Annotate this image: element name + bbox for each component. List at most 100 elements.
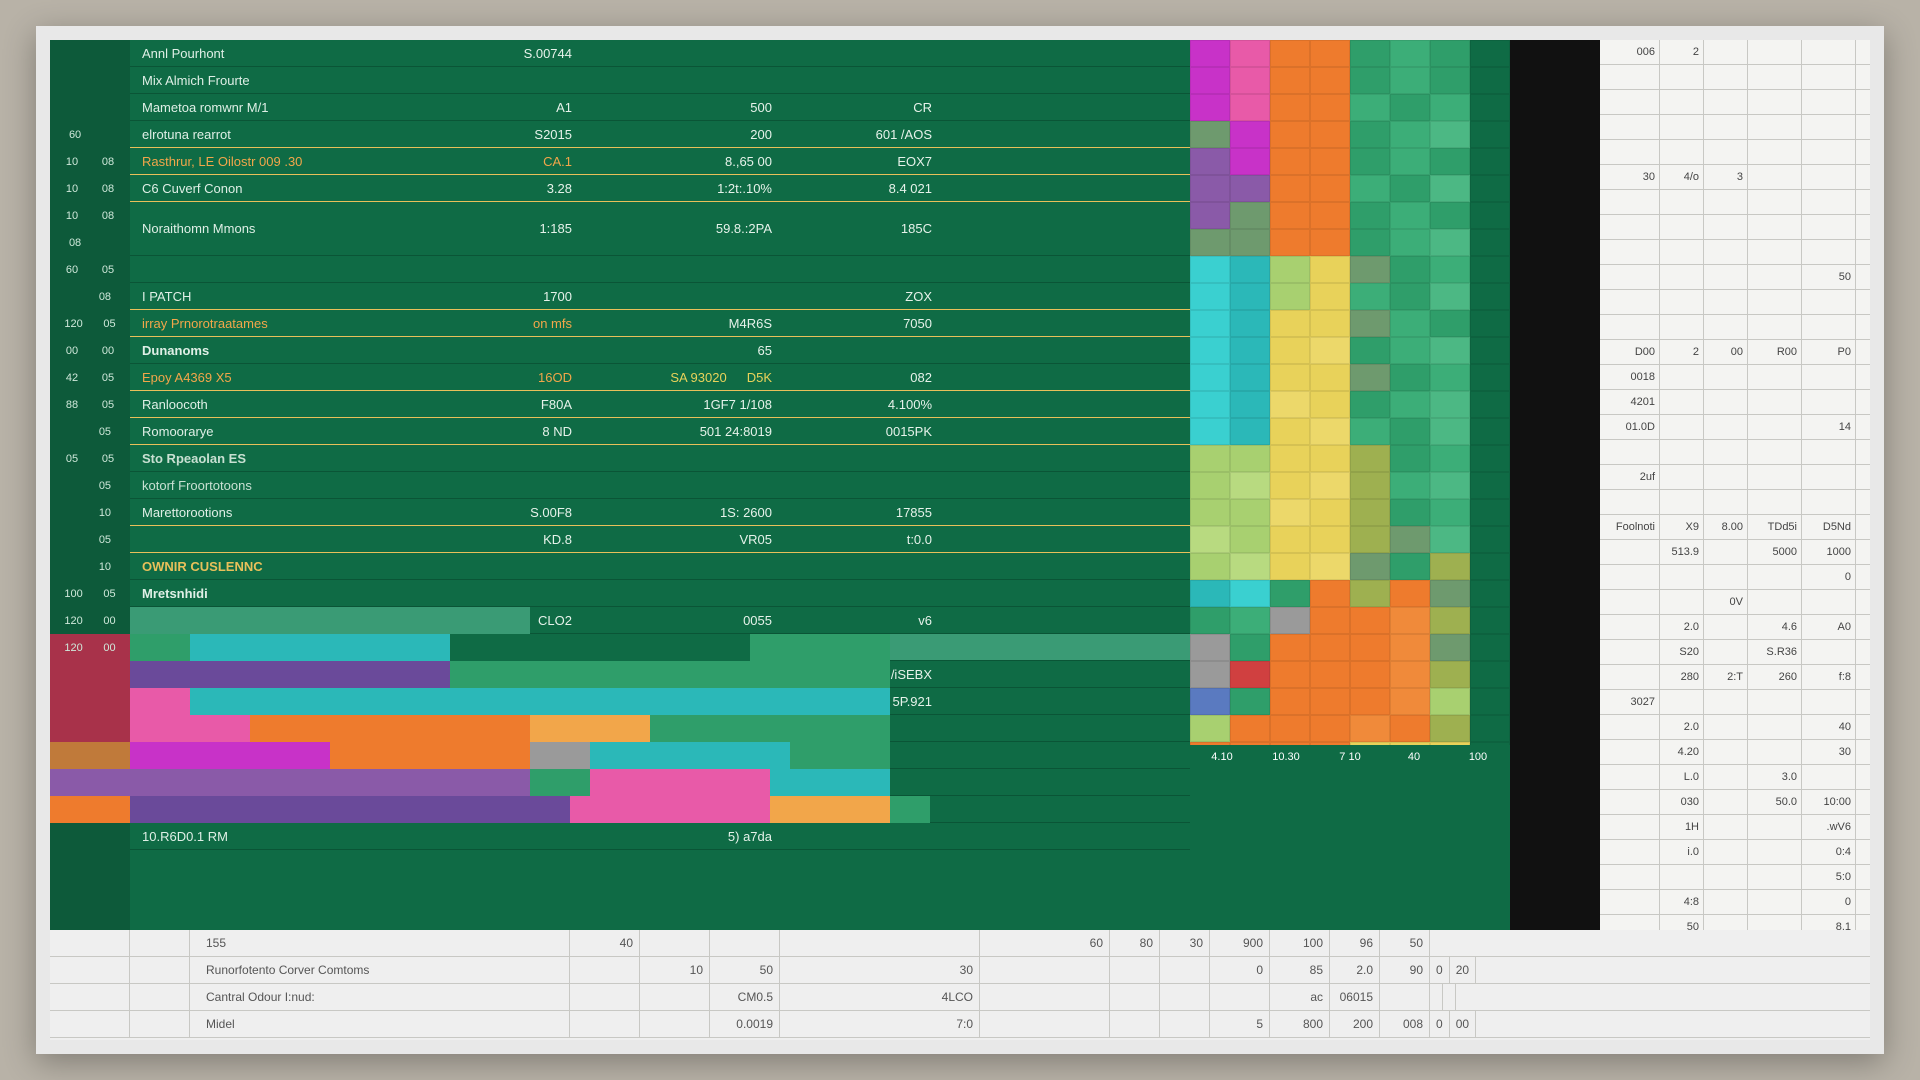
right-sheet-cell[interactable] (1748, 90, 1802, 114)
heatmap-cell[interactable] (1350, 229, 1390, 256)
heatmap-cell[interactable] (1430, 337, 1470, 364)
right-sheet-cell[interactable] (1660, 565, 1704, 589)
heatmap-cell[interactable] (1190, 445, 1230, 472)
sheet-row[interactable] (130, 256, 1190, 283)
heatmap-cell[interactable] (1190, 688, 1230, 715)
right-sheet-cell[interactable] (1704, 890, 1748, 914)
heatmap-cell[interactable] (1310, 94, 1350, 121)
right-sheet-cell[interactable] (1748, 40, 1802, 64)
heatmap-cell[interactable] (1230, 580, 1270, 607)
bottom-cell[interactable] (1160, 984, 1210, 1010)
right-sheet-cell[interactable] (1600, 440, 1660, 464)
heatmap-cell[interactable] (1270, 67, 1310, 94)
heatmap-cell[interactable] (1430, 175, 1470, 202)
heatmap-cell[interactable] (1390, 337, 1430, 364)
right-sheet-row[interactable]: 4.2030 (1600, 740, 1870, 765)
bottom-cell[interactable]: 0 (1430, 1011, 1450, 1037)
bottom-cell[interactable]: 2.0 (1330, 957, 1380, 983)
right-sheet-row[interactable] (1600, 115, 1870, 140)
bottom-cell[interactable]: 7:0 (780, 1011, 980, 1037)
bottom-cell[interactable] (1160, 957, 1210, 983)
heatmap-cell[interactable] (1350, 499, 1390, 526)
right-sheet-cell[interactable] (1748, 365, 1802, 389)
heatmap-cell[interactable] (1470, 67, 1510, 94)
heatmap-cell[interactable] (1310, 634, 1350, 661)
heatmap-cell[interactable] (1310, 715, 1350, 742)
right-sheet-cell[interactable] (1704, 115, 1748, 139)
heatmap-cell[interactable] (1190, 499, 1230, 526)
heatmap-cell[interactable] (1230, 175, 1270, 202)
heatmap-cell[interactable] (1470, 40, 1510, 67)
heatmap-cell[interactable] (1430, 445, 1470, 472)
right-sheet-cell[interactable] (1802, 315, 1856, 339)
right-sheet-cell[interactable]: 14 (1802, 415, 1856, 439)
right-sheet-cell[interactable] (1600, 290, 1660, 314)
right-sheet-cell[interactable] (1600, 590, 1660, 614)
right-sheet-cell[interactable]: 50 (1802, 265, 1856, 289)
heatmap-cell[interactable] (1390, 418, 1430, 445)
right-sheet-cell[interactable] (1600, 115, 1660, 139)
right-sheet-cell[interactable]: 3 (1704, 165, 1748, 189)
heatmap-cell[interactable] (1270, 661, 1310, 688)
right-sheet-cell[interactable] (1704, 390, 1748, 414)
bottom-cell[interactable]: 008 (1380, 1011, 1430, 1037)
bottom-cell[interactable]: ac (1270, 984, 1330, 1010)
right-sheet-cell[interactable] (1802, 465, 1856, 489)
heatmap-cell[interactable] (1430, 418, 1470, 445)
heatmap-cell[interactable] (1230, 499, 1270, 526)
right-sheet-cell[interactable] (1600, 540, 1660, 564)
right-sheet-row[interactable]: 2.04.6A0 (1600, 615, 1870, 640)
heatmap-cell[interactable] (1230, 472, 1270, 499)
heatmap-cell[interactable] (1310, 229, 1350, 256)
right-sheet-row[interactable]: 03050.010:00 (1600, 790, 1870, 815)
right-sheet-cell[interactable]: 10:00 (1802, 790, 1856, 814)
right-sheet-cell[interactable] (1748, 390, 1802, 414)
bottom-cell[interactable]: 00 (1450, 1011, 1476, 1037)
right-sheet-cell[interactable] (1600, 240, 1660, 264)
right-sheet-cell[interactable] (1704, 790, 1748, 814)
right-sheet-cell[interactable] (1660, 365, 1704, 389)
heatmap-cell[interactable] (1190, 67, 1230, 94)
heatmap-cell[interactable] (1470, 148, 1510, 175)
heatmap-cell[interactable] (1390, 175, 1430, 202)
heatmap-cell[interactable] (1190, 121, 1230, 148)
right-sheet-cell[interactable] (1802, 215, 1856, 239)
right-sheet-cell[interactable] (1748, 840, 1802, 864)
heatmap-cell[interactable] (1350, 40, 1390, 67)
bottom-cell[interactable]: 90 (1380, 957, 1430, 983)
heatmap-cell[interactable] (1350, 661, 1390, 688)
heatmap-cell[interactable] (1390, 715, 1430, 742)
heatmap-cell[interactable] (1190, 634, 1230, 661)
heatmap-cell[interactable] (1270, 688, 1310, 715)
heatmap-cell[interactable] (1190, 94, 1230, 121)
heatmap-cell[interactable] (1390, 364, 1430, 391)
right-sheet-cell[interactable] (1704, 440, 1748, 464)
sheet-row[interactable]: elrotuna rearrotS2015200601 /AOS (130, 121, 1190, 148)
heatmap-cell[interactable] (1350, 607, 1390, 634)
heatmap-grid[interactable]: 4.1010.307 1040100 (1190, 40, 1510, 1040)
sheet-row[interactable]: Sto Rpeaolan ES (130, 445, 1190, 472)
right-sheet-cell[interactable]: 0 (1802, 890, 1856, 914)
right-sheet-cell[interactable] (1802, 365, 1856, 389)
right-sheet-cell[interactable]: 0V (1704, 590, 1748, 614)
heatmap-cell[interactable] (1270, 418, 1310, 445)
right-sheet-cell[interactable] (1704, 865, 1748, 889)
heatmap-cell[interactable] (1190, 580, 1230, 607)
right-sheet-cell[interactable] (1660, 65, 1704, 89)
right-sheet-cell[interactable] (1660, 115, 1704, 139)
heatmap-cell[interactable] (1350, 94, 1390, 121)
right-sheet-cell[interactable] (1704, 265, 1748, 289)
right-sheet-cell[interactable] (1600, 215, 1660, 239)
right-sheet-cell[interactable]: 030 (1660, 790, 1704, 814)
heatmap-cell[interactable] (1390, 661, 1430, 688)
right-sheet-cell[interactable]: 0018 (1600, 365, 1660, 389)
bottom-cell[interactable] (1380, 984, 1430, 1010)
heatmap-cell[interactable] (1270, 256, 1310, 283)
right-sheet-cell[interactable] (1600, 890, 1660, 914)
right-sheet-row[interactable] (1600, 240, 1870, 265)
heatmap-cell[interactable] (1350, 337, 1390, 364)
heatmap-cell[interactable] (1230, 715, 1270, 742)
right-sheet-cell[interactable]: 00 (1704, 340, 1748, 364)
heatmap-cell[interactable] (1230, 229, 1270, 256)
right-sheet-row[interactable] (1600, 315, 1870, 340)
